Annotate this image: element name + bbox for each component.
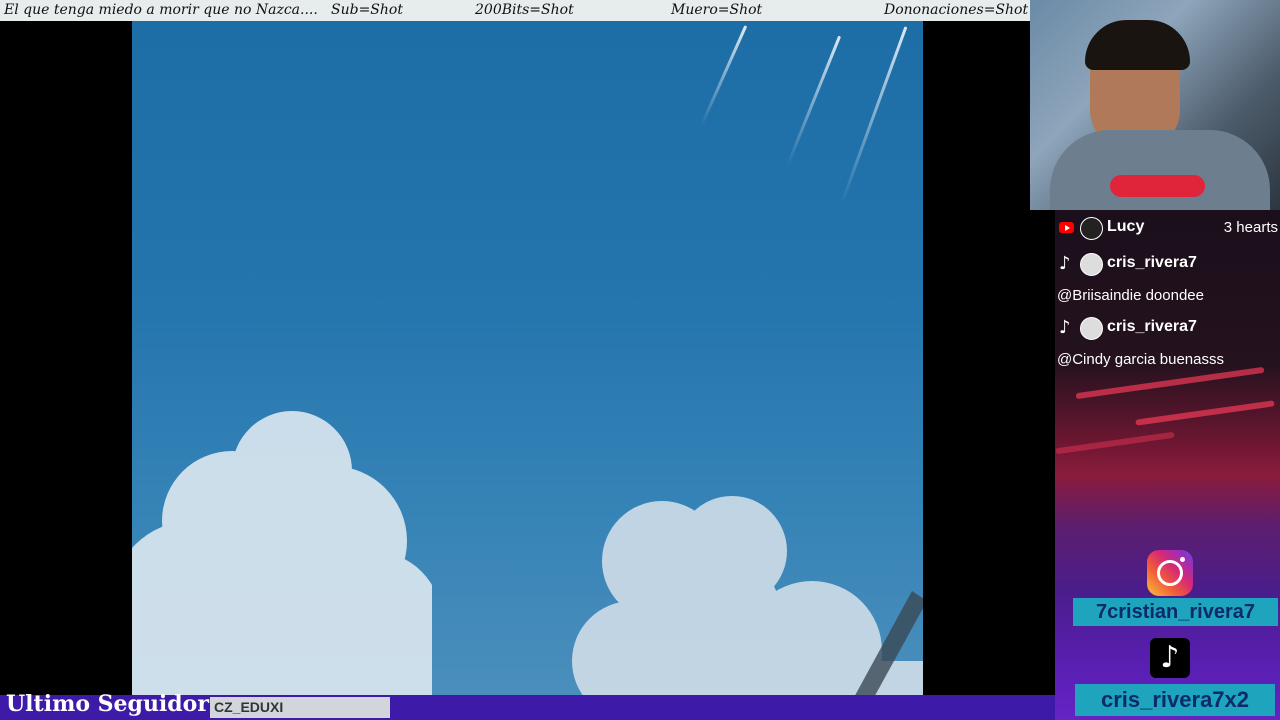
streamer-shirt <box>1050 130 1270 210</box>
decor-streak <box>1075 366 1265 400</box>
chat-username: cris_rivera7 <box>1107 318 1197 335</box>
instagram-ring <box>1157 560 1183 586</box>
chat-message: ♪ cris_rivera7 <box>1055 313 1280 343</box>
tiktok-handle: cris_rivera7x2 <box>1075 684 1275 716</box>
last-follower-box: CZ_EDUXI <box>210 697 390 718</box>
microphone <box>1110 175 1205 197</box>
ticker-donaciones: Dononaciones=Shot <box>884 2 1029 18</box>
tiktok-icon: ♪ <box>1059 317 1071 338</box>
last-follower-label: Ultimo Seguidor <box>6 691 209 717</box>
cloud-left <box>132 411 432 695</box>
avatar <box>1080 253 1103 276</box>
last-follower-name: CZ_EDUXI <box>214 699 284 715</box>
ticker-motto: El que tenga miedo a morir que no Nazca.… <box>4 2 318 18</box>
video-player[interactable] <box>132 21 923 695</box>
youtube-icon <box>1059 222 1074 233</box>
chat-message: Lucy 3 hearts <box>1055 213 1280 243</box>
avatar <box>1080 317 1103 340</box>
tiktok-logo-icon: ♪ <box>1150 638 1190 678</box>
chat-message: ♪ cris_rivera7 <box>1055 249 1280 279</box>
chat-username: cris_rivera7 <box>1107 254 1197 271</box>
contrail <box>699 25 748 127</box>
instagram-handle: 7cristian_rivera7 <box>1073 598 1278 626</box>
ticker-bits: 200Bits=Shot <box>475 2 574 18</box>
ticker-muero: Muero=Shot <box>671 2 763 18</box>
avatar <box>1080 217 1103 240</box>
top-ticker-bar: El que tenga miedo a morir que no Nazca.… <box>0 0 1030 21</box>
streamer-hair <box>1085 20 1190 70</box>
aircraft-silhouette <box>855 591 923 695</box>
instagram-icon <box>1147 550 1193 596</box>
chat-message-text: @Cindy garcia buenasss <box>1057 351 1224 368</box>
ticker-sub: Sub=Shot <box>331 2 403 18</box>
webcam-feed <box>1030 0 1280 210</box>
instagram-dot <box>1180 557 1185 562</box>
contrail <box>785 35 842 167</box>
tiktok-icon: ♪ <box>1059 253 1071 274</box>
chat-message-text: @Briisaindie doondee <box>1057 287 1204 304</box>
contrail <box>839 26 908 206</box>
decor-streak <box>1055 431 1175 455</box>
decor-streak <box>1135 400 1275 426</box>
chat-hearts: 3 hearts <box>1223 219 1278 236</box>
bottom-bar: Ultimo Seguidor CZ_EDUXI <box>0 691 1055 720</box>
chat-username: Lucy <box>1107 218 1145 235</box>
